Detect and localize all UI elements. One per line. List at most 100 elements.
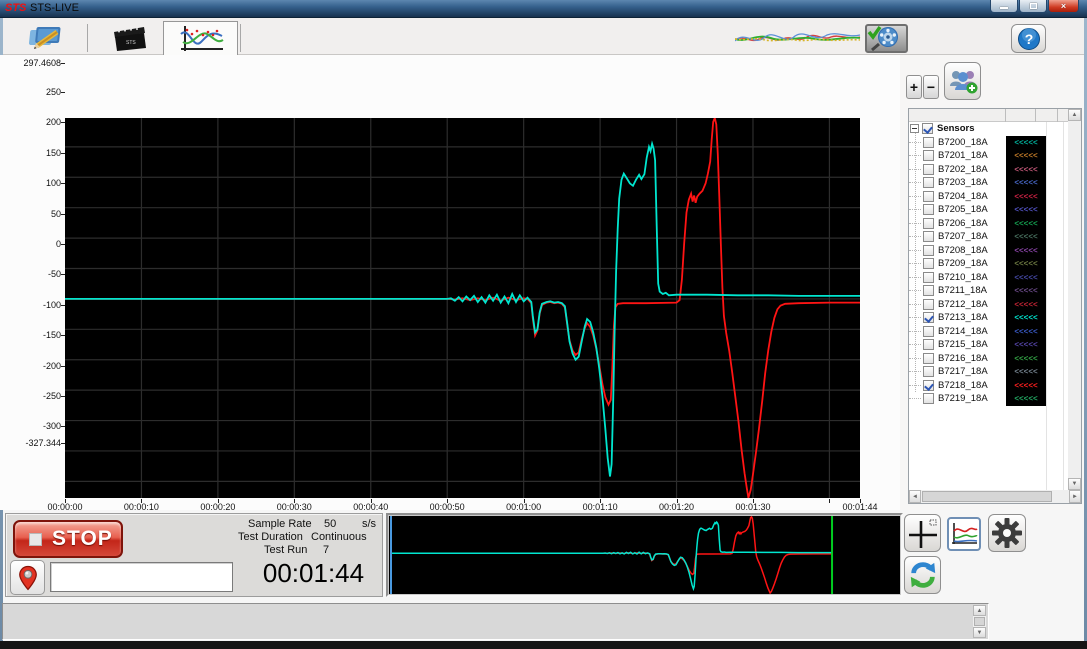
minimize-button[interactable]	[990, 0, 1018, 13]
sensor-label: B7202_18A	[938, 164, 1002, 175]
sensor-row-B7209_18A[interactable]: B7209_18A<<<<<	[909, 257, 1068, 271]
sensor-row-B7205_18A[interactable]: B7205_18A<<<<<	[909, 203, 1068, 217]
sensor-row-B7214_18A[interactable]: B7214_18A<<<<<	[909, 325, 1068, 339]
sensor-row-B7208_18A[interactable]: B7208_18A<<<<<	[909, 244, 1068, 258]
sensor-row-B7204_18A[interactable]: B7204_18A<<<<<	[909, 190, 1068, 204]
list-hscrollbar[interactable]: ◄ ►	[909, 490, 1081, 503]
sensor-row-B7210_18A[interactable]: B7210_18A<<<<<	[909, 271, 1068, 285]
sensor-checkbox[interactable]	[923, 366, 934, 377]
sensor-checkbox[interactable]	[923, 299, 934, 310]
sensor-line-style[interactable]: <<<<<	[1006, 203, 1046, 217]
settings-button[interactable]	[988, 514, 1026, 552]
add-sensor-button[interactable]: +	[906, 75, 922, 99]
sensor-line-style[interactable]: <<<<<	[1006, 230, 1046, 244]
marker-pin-button[interactable]	[10, 560, 45, 595]
sensor-checkbox[interactable]	[923, 137, 934, 148]
sensor-checkbox[interactable]	[923, 272, 934, 283]
sensor-checkbox[interactable]	[923, 150, 934, 161]
sensor-row-B7216_18A[interactable]: B7216_18A<<<<<	[909, 352, 1068, 366]
tab-graphs[interactable]	[163, 21, 238, 56]
sensor-checkbox[interactable]	[923, 191, 934, 202]
sensor-row-B7201_18A[interactable]: B7201_18A<<<<<	[909, 149, 1068, 163]
sensor-checkbox[interactable]	[923, 326, 934, 337]
scroll-down-icon[interactable]: ▼	[973, 627, 986, 638]
review-movie-button[interactable]	[865, 24, 908, 53]
sensor-row-B7219_18A[interactable]: B7219_18A<<<<<	[909, 392, 1068, 406]
sensor-line-style[interactable]: <<<<<	[1006, 149, 1046, 163]
sensor-checkbox[interactable]	[923, 380, 934, 391]
collapse-icon[interactable]	[910, 124, 919, 133]
sensor-row-B7215_18A[interactable]: B7215_18A<<<<<	[909, 338, 1068, 352]
hscroll-thumb[interactable]	[922, 491, 1052, 502]
overview-chart[interactable]	[389, 516, 900, 594]
sensor-line-style[interactable]: <<<<<	[1006, 352, 1046, 366]
sensor-row-B7206_18A[interactable]: B7206_18A<<<<<	[909, 217, 1068, 231]
sensor-list[interactable]: SensorsB7200_18A<<<<<B7201_18A<<<<<B7202…	[908, 108, 1082, 504]
sensor-checkbox[interactable]	[922, 123, 933, 134]
sensor-line-style[interactable]: <<<<<	[1006, 298, 1046, 312]
tab-setup[interactable]	[10, 21, 85, 55]
sensor-line-style[interactable]: <<<<<	[1006, 392, 1046, 406]
log-vscrollbar[interactable]: ▲ ▼	[973, 605, 986, 638]
sensor-line-style[interactable]: <<<<<	[1006, 244, 1046, 258]
sensor-line-style[interactable]: <<<<<	[1006, 271, 1046, 285]
sensor-line-style[interactable]: <<<<<	[1006, 325, 1046, 339]
sensor-line-style[interactable]: <<<<<	[1006, 365, 1046, 379]
sensor-checkbox[interactable]	[923, 177, 934, 188]
sensor-line-style[interactable]: <<<<<	[1006, 190, 1046, 204]
stop-button[interactable]: STOP	[13, 520, 123, 558]
y-tick-mark	[61, 153, 65, 154]
sensor-line-style[interactable]: <<<<<	[1006, 257, 1046, 271]
scroll-up-icon[interactable]: ▲	[1068, 109, 1081, 121]
sensor-row-B7202_18A[interactable]: B7202_18A <<<<<	[909, 163, 1068, 177]
sensor-line-style[interactable]: <<<<<	[1006, 163, 1046, 177]
sensor-row-B7207_18A[interactable]: B7207_18A<<<<<	[909, 230, 1068, 244]
sensor-checkbox[interactable]	[923, 245, 934, 256]
sensor-checkbox[interactable]	[923, 218, 934, 229]
sensor-line-style[interactable]: <<<<<	[1006, 379, 1046, 393]
sensor-line-style[interactable]: <<<<<	[1006, 217, 1046, 231]
sensor-checkbox[interactable]	[923, 285, 934, 296]
sensor-line-style[interactable]: <<<<<	[1006, 311, 1046, 325]
close-button[interactable]: ×	[1048, 0, 1079, 13]
remove-sensor-button[interactable]: −	[923, 75, 939, 99]
sensor-row-B7218_18A[interactable]: B7218_18A<<<<<	[909, 379, 1068, 393]
scroll-up-icon[interactable]: ▲	[973, 605, 986, 616]
sensor-root-row[interactable]: Sensors	[909, 122, 1068, 136]
sensor-line-style[interactable]: <<<<<	[1006, 284, 1046, 298]
sensor-checkbox[interactable]	[923, 231, 934, 242]
marker-note-input[interactable]	[50, 562, 233, 592]
sensor-checkbox[interactable]	[923, 164, 934, 175]
message-log-box[interactable]: ▲ ▼	[2, 603, 989, 640]
sensor-row-B7212_18A[interactable]: B7212_18A<<<<<	[909, 298, 1068, 312]
cursor-tool-button[interactable]	[904, 514, 941, 552]
sensor-line-style[interactable]: <<<<<	[1006, 136, 1046, 150]
scroll-right-icon[interactable]: ►	[1069, 490, 1081, 503]
sensor-line-style[interactable]: <<<<<	[1006, 338, 1046, 352]
sensor-line-style[interactable]: <<<<<	[1006, 176, 1046, 190]
x-tick-label: 00:00:30	[264, 502, 324, 512]
maximize-button[interactable]	[1019, 0, 1047, 13]
vscroll-thumb[interactable]	[974, 617, 985, 626]
main-chart[interactable]	[65, 118, 860, 498]
title-bar[interactable]: STS STS-LIVE ×	[0, 0, 1087, 18]
sensor-checkbox[interactable]	[923, 258, 934, 269]
scroll-left-icon[interactable]: ◄	[909, 490, 921, 503]
refresh-button[interactable]	[904, 556, 941, 594]
sensor-row-B7203_18A[interactable]: B7203_18A<<<<<	[909, 176, 1068, 190]
sensor-checkbox[interactable]	[923, 339, 934, 350]
sensor-checkbox[interactable]	[923, 353, 934, 364]
sensor-row-B7213_18A[interactable]: B7213_18A<<<<<	[909, 311, 1068, 325]
sensor-row-B7217_18A[interactable]: B7217_18A<<<<<	[909, 365, 1068, 379]
graph-view-button[interactable]	[947, 517, 981, 551]
list-vscrollbar[interactable]: ▲ ▼	[1068, 109, 1081, 490]
tab-test[interactable]: STS	[91, 21, 166, 55]
sensor-row-B7200_18A[interactable]: B7200_18A<<<<<	[909, 136, 1068, 150]
sensor-checkbox[interactable]	[923, 393, 934, 404]
sensor-row-B7211_18A[interactable]: B7211_18A<<<<<	[909, 284, 1068, 298]
sensor-checkbox[interactable]	[923, 312, 934, 323]
add-group-button[interactable]	[944, 62, 981, 100]
scroll-down-icon[interactable]: ▼	[1068, 478, 1081, 490]
sensor-checkbox[interactable]	[923, 204, 934, 215]
help-button[interactable]: ?	[1011, 24, 1046, 53]
